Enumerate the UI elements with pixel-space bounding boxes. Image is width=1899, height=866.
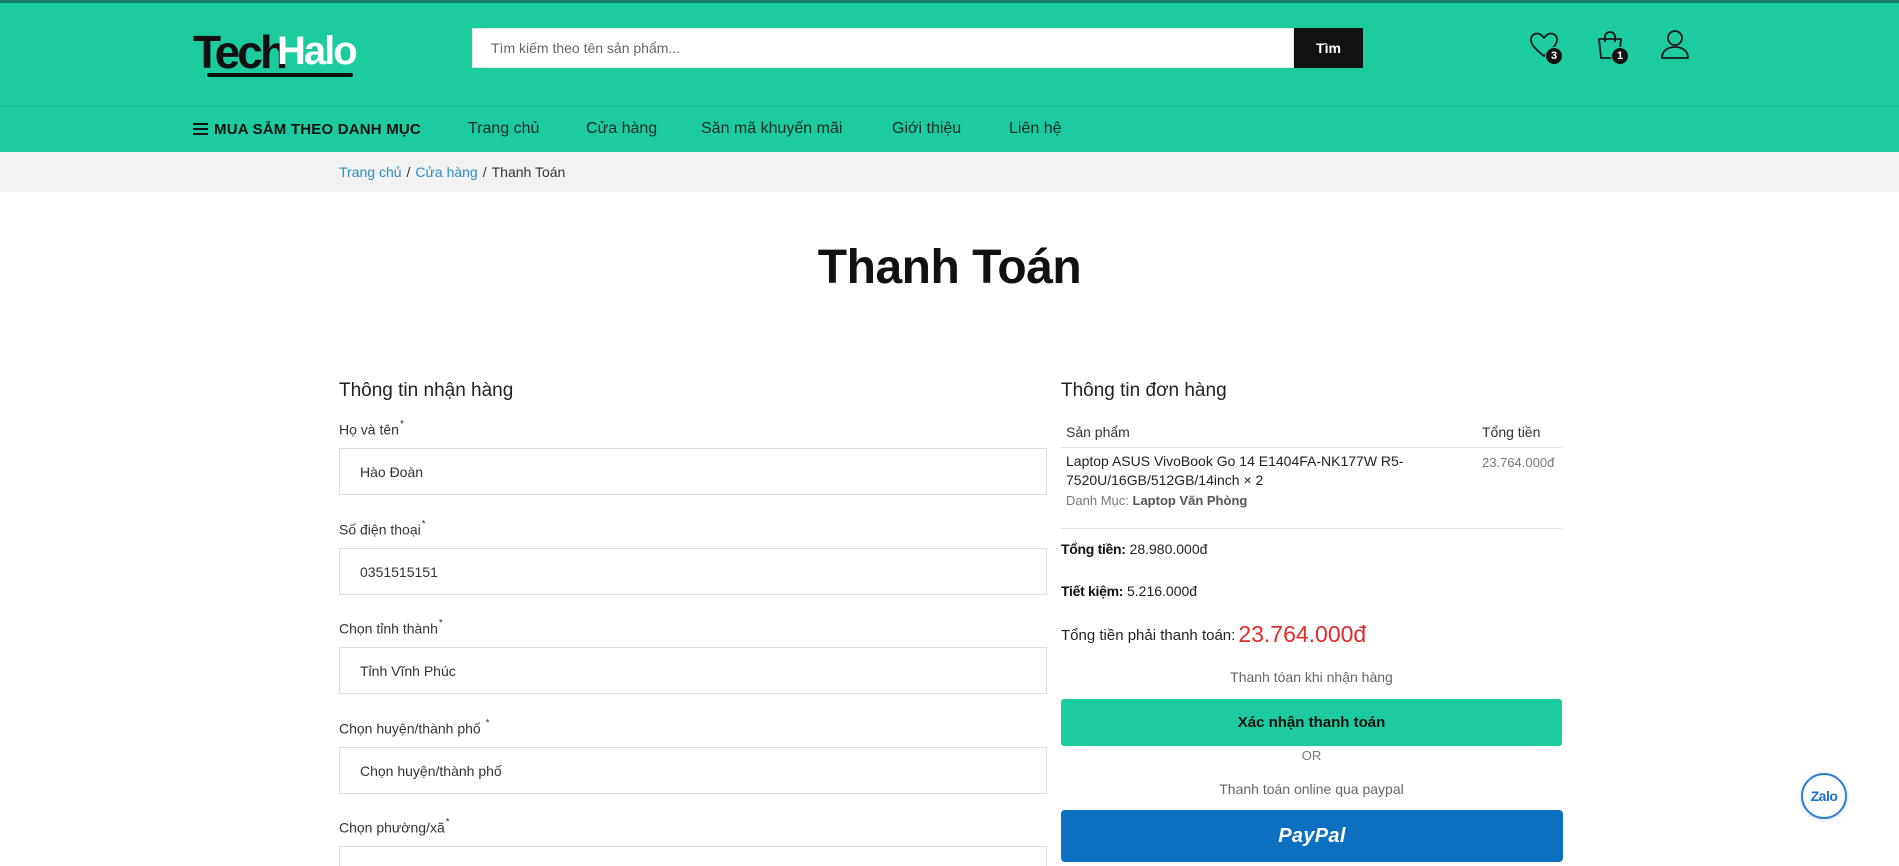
subtotal-line: Tổng tiền: 28.980.000đ <box>1061 541 1208 557</box>
breadcrumb-separator: / <box>482 164 487 180</box>
breadcrumb-bar <box>0 152 1899 192</box>
fullname-field[interactable]: Hào Đoàn <box>339 448 1047 495</box>
column-total: Tổng tiền <box>1482 424 1541 440</box>
province-label: Chọn tỉnh thành* <box>339 618 443 637</box>
wishlist-button[interactable]: 3 <box>1528 29 1564 65</box>
or-divider: OR <box>1301 748 1322 763</box>
logo-text-halo: Halo <box>277 29 358 73</box>
category-menu-label: MUA SẮM THEO DANH MỤC <box>214 120 421 138</box>
shipping-section-title: Thông tin nhận hàng <box>339 380 514 401</box>
zalo-chat-button[interactable]: Zalo <box>1801 773 1847 819</box>
breadcrumb-shop[interactable]: Cửa hàng <box>415 164 477 180</box>
account-button[interactable] <box>1659 28 1695 64</box>
product-category: Danh Mục: Laptop Văn Phòng <box>1066 493 1248 508</box>
ward-label: Chọn phường/xã* <box>339 817 450 836</box>
site-logo[interactable]: Tech Halo <box>193 25 358 78</box>
cart-count-badge: 1 <box>1611 47 1629 65</box>
breadcrumb: Trang chủ / Cửa hàng / Thanh Toán <box>339 162 565 182</box>
province-select[interactable]: Tỉnh Vĩnh Phúc <box>339 647 1047 694</box>
phone-field[interactable]: 0351515151 <box>339 548 1047 595</box>
user-icon <box>1661 30 1689 59</box>
breadcrumb-separator: / <box>406 164 411 180</box>
cart-button[interactable]: 1 <box>1594 29 1630 65</box>
order-table-header: Sản phẩm Tổng tiền <box>1061 418 1562 448</box>
confirm-payment-button[interactable]: Xác nhận thanh toán <box>1061 699 1562 746</box>
nav-item-about[interactable]: Giới thiệu <box>892 119 961 139</box>
district-select[interactable]: Chọn huyện/thành phố <box>339 747 1047 794</box>
search-input[interactable] <box>473 29 1293 67</box>
nav-item-shop[interactable]: Cửa hàng <box>586 119 657 139</box>
order-item-row: Laptop ASUS VivoBook Go 14 E1404FA-NK177… <box>1061 449 1562 529</box>
district-label: Chọn huyện/thành phố * <box>339 718 490 737</box>
paypal-note: Thanh toán online qua paypal <box>1219 781 1404 797</box>
wishlist-count-badge: 3 <box>1545 47 1563 65</box>
product-total: 23.764.000đ <box>1482 455 1555 470</box>
search-button[interactable]: Tìm <box>1294 28 1363 68</box>
logo-text-tech: Tech <box>193 26 288 78</box>
search-bar <box>472 28 1294 68</box>
cod-note: Thanh tóan khi nhận hàng <box>1230 669 1393 685</box>
breadcrumb-home[interactable]: Trang chủ <box>339 164 402 180</box>
savings-line: Tiết kiệm: 5.216.000đ <box>1061 583 1198 599</box>
zalo-icon: Zalo <box>1810 788 1838 804</box>
nav-item-home[interactable]: Trang chủ <box>468 119 539 139</box>
hamburger-icon <box>193 123 208 135</box>
paypal-button[interactable]: PayPal <box>1061 810 1563 862</box>
ward-select[interactable] <box>339 846 1047 866</box>
column-product: Sản phẩm <box>1066 424 1130 440</box>
order-section-title: Thông tin đơn hàng <box>1061 380 1227 401</box>
site-header: Tech Halo Tìm 3 1 <box>0 3 1899 106</box>
breadcrumb-current: Thanh Toán <box>491 164 566 180</box>
page-title: Thanh Toán <box>817 241 1082 294</box>
category-menu-button[interactable]: MUA SẮM THEO DANH MỤC <box>193 119 421 139</box>
product-name: Laptop ASUS VivoBook Go 14 E1404FA-NK177… <box>1066 453 1404 488</box>
nav-item-contact[interactable]: Liên hệ <box>1009 119 1062 139</box>
logo-underline <box>207 73 353 77</box>
nav-item-promotions[interactable]: Săn mã khuyến mãi <box>701 119 842 139</box>
grand-total-amount: 23.764.000đ <box>1238 621 1367 647</box>
grand-total-line: Tổng tiền phải thanh toán: 23.764.000đ <box>1061 621 1367 647</box>
fullname-label: Họ và tên* <box>339 419 404 438</box>
phone-label: Số điện thoại* <box>339 519 426 538</box>
paypal-logo: PayPal <box>1278 824 1346 847</box>
